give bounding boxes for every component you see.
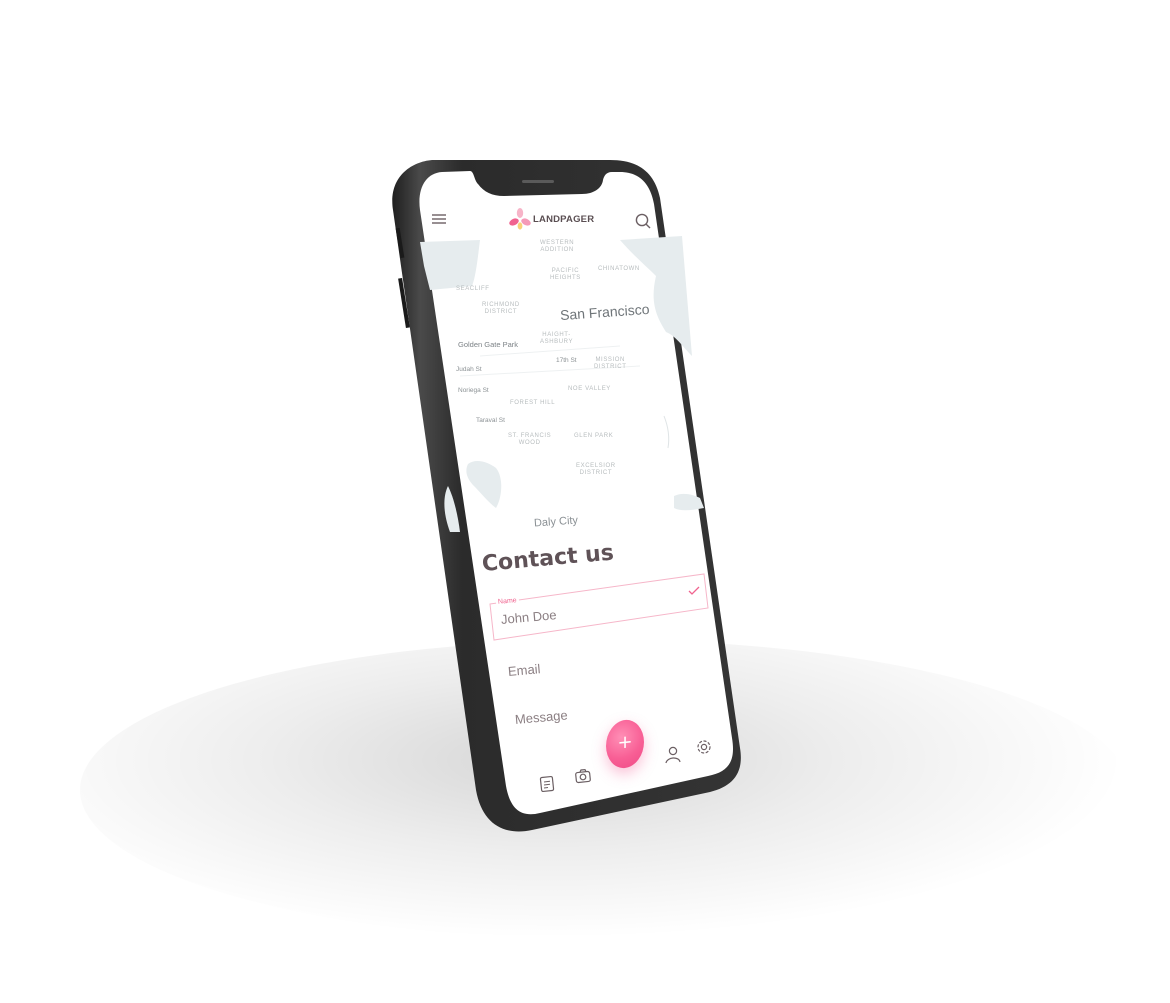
map-district-label: PACIFIC HEIGHTS	[550, 268, 581, 281]
map-street-label: Taraval St	[476, 417, 505, 424]
map-district-label: EXCELSIOR DISTRICT	[576, 463, 616, 476]
camera-icon[interactable]	[574, 767, 592, 785]
brand-name[interactable]: LANDPAGER	[533, 214, 594, 225]
hamburger-menu-icon[interactable]	[430, 212, 448, 226]
map-district-label: HAIGHT- ASHBURY	[540, 332, 574, 345]
map-district-label: MISSION DISTRICT	[594, 357, 627, 370]
map-district-label: CHINATOWN	[598, 266, 640, 272]
map-district-label: SEACLIFF	[456, 286, 490, 292]
user-icon[interactable]	[664, 745, 682, 765]
product-mockup-stage: LANDPAGER WESTERN ADDITION CHINATOWN PAC…	[0, 0, 1170, 1003]
map-district-label: FOREST HILL	[510, 400, 556, 406]
name-field-outline	[489, 573, 709, 641]
email-field[interactable]: Email	[507, 661, 541, 679]
map-street-label: Judah St	[456, 366, 482, 373]
map-street-label: 17th St	[556, 357, 577, 364]
map-district-label: GLEN PARK	[574, 433, 614, 439]
settings-icon[interactable]	[695, 738, 713, 756]
search-icon[interactable]	[634, 212, 652, 230]
map-district-label: WESTERN ADDITION	[540, 240, 575, 253]
flower-logo-icon	[509, 208, 531, 230]
map-district-label: RICHMOND DISTRICT	[482, 302, 520, 315]
news-icon[interactable]	[538, 775, 556, 793]
map-district-label: NOE VALLEY	[568, 386, 611, 392]
checkmark-icon	[688, 586, 700, 595]
map-street-label: Noriega St	[458, 387, 489, 394]
map-district-label: ST. FRANCIS WOOD	[508, 433, 552, 446]
map-street-label: Golden Gate Park	[458, 340, 519, 349]
